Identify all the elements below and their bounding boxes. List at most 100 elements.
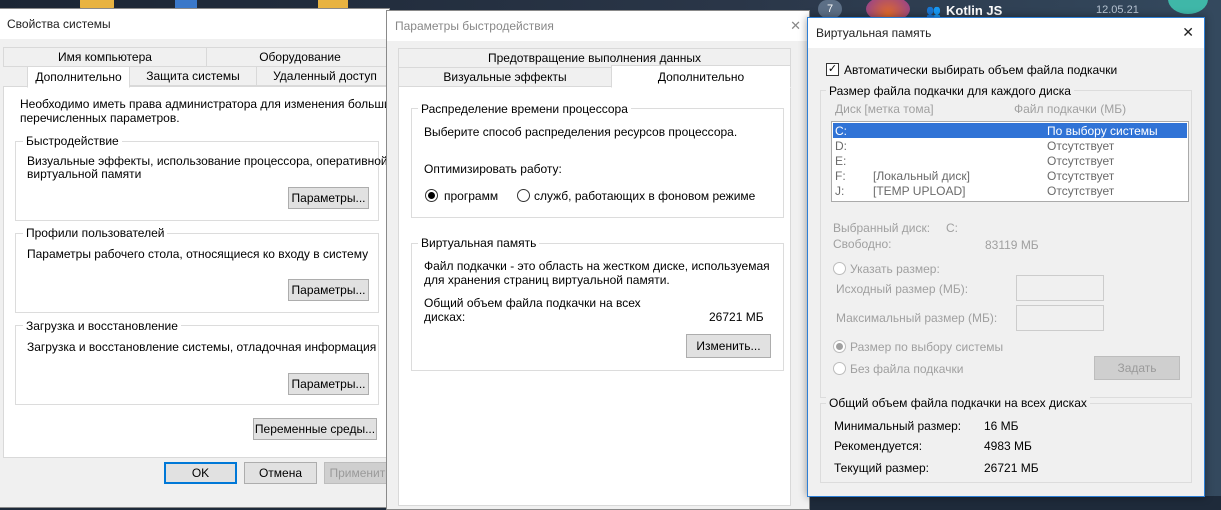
virtual-memory-desc: Файл подкачки - это область на жестком д… [424, 259, 770, 273]
disk-row[interactable]: D: Отсутствует [833, 138, 1187, 153]
tab-label: Дополнительно [35, 70, 122, 84]
startup-recovery-settings-button[interactable]: Параметры... [288, 373, 369, 395]
radio-system-managed-label[interactable]: Размер по выбору системы [850, 340, 1003, 354]
tab-label: Визуальные эффекты [443, 70, 567, 84]
pagefile-total-label: Общий объем файла подкачки на всех [424, 296, 641, 310]
set-button[interactable]: Задать [1094, 356, 1180, 380]
radio-services-label[interactable]: служб, работающих в фоновом режиме [534, 189, 755, 203]
free-space-label: Свободно: [833, 237, 892, 251]
cpu-title: Распределение времени процессора [418, 102, 631, 116]
user-profiles-title: Профили пользователей [23, 226, 168, 240]
radio-services[interactable] [517, 189, 530, 202]
cpu-desc: Выберите способ распределения ресурсов п… [424, 125, 738, 139]
disk-list[interactable]: C: По выбору системы D: Отсутствует E: Отсутс… [831, 121, 1189, 202]
disk-pagefile-size: По выбору системы [1047, 124, 1158, 138]
disk-letter: C: [835, 124, 847, 138]
window-title: Параметры быстродействия [395, 19, 554, 33]
tab-advanced[interactable]: Дополнительно [27, 66, 130, 88]
tab-remote[interactable]: Удаленный доступ [256, 66, 394, 86]
disk-row[interactable]: E: Отсутствует [833, 153, 1187, 168]
recommended-label: Рекомендуется: [834, 439, 923, 453]
disk-pagefile-size: Отсутствует [1047, 139, 1115, 153]
chat-date: 12.05.21 [1096, 4, 1139, 16]
performance-group [15, 141, 379, 221]
system-properties-titlebar[interactable]: Свойства системы [0, 9, 389, 39]
radio-system-managed[interactable] [833, 340, 846, 353]
ok-button[interactable]: OK [164, 462, 237, 484]
performance-desc: Визуальные эффекты, использование процес… [27, 154, 398, 168]
per-disk-group-title: Размер файла подкачки для каждого диска [826, 84, 1074, 98]
close-icon[interactable]: ✕ [790, 18, 801, 34]
radio-no-pagefile-label[interactable]: Без файла подкачки [850, 362, 963, 376]
disk-row[interactable]: C: По выбору системы [833, 123, 1187, 138]
current-size-value: 26721 МБ [984, 461, 1039, 475]
selected-disk-value: C: [946, 221, 958, 235]
total-pagefile-title: Общий объем файла подкачки на всех диска… [826, 396, 1090, 410]
selected-disk-label: Выбранный диск: [833, 221, 931, 235]
pagefile-total-value: 26721 МБ [709, 310, 764, 324]
radio-no-pagefile[interactable] [833, 362, 846, 375]
group-users-icon: 👥 [926, 4, 941, 18]
disk-letter: D: [835, 139, 847, 153]
optimize-label: Оптимизировать работу: [424, 162, 562, 176]
tab-label: Удаленный доступ [273, 69, 377, 83]
disk-pagefile-size: Отсутствует [1047, 154, 1115, 168]
performance-options-titlebar[interactable]: Параметры быстродействия [387, 11, 809, 41]
virtual-memory-title: Виртуальная память [418, 236, 540, 250]
auto-pagefile-label[interactable]: Автоматически выбирать объем файла подка… [844, 63, 1117, 77]
system-properties-window: Свойства системы Имя компьютера Оборудов… [0, 8, 422, 508]
environment-variables-button[interactable]: Переменные среды... [253, 418, 377, 440]
performance-title: Быстродействие [23, 134, 122, 148]
tab-advanced[interactable]: Дополнительно [611, 65, 791, 88]
virtual-memory-desc-2: для хранения страниц виртуальной памяти. [424, 273, 670, 287]
tab-visual-effects[interactable]: Визуальные эффекты [398, 67, 612, 87]
radio-custom-size[interactable] [833, 262, 846, 275]
radio-programs-label[interactable]: программ [444, 189, 498, 203]
col-disk-header: Диск [метка тома] [835, 102, 934, 116]
chat-badge[interactable]: 7 [818, 0, 842, 18]
disk-row[interactable]: F: [Локальный диск] Отсутствует [833, 168, 1187, 183]
virtual-memory-window: Виртуальная память ✕ ✓ Автоматически выб… [807, 17, 1205, 497]
startup-recovery-desc: Загрузка и восстановление системы, отлад… [27, 340, 377, 354]
radio-programs[interactable] [425, 189, 438, 202]
tab-label: Имя компьютера [58, 50, 152, 64]
max-size-input[interactable] [1016, 305, 1104, 331]
tab-system-protection[interactable]: Защита системы [129, 66, 257, 86]
user-profiles-group [15, 233, 379, 313]
max-size-label: Максимальный размер (МБ): [836, 311, 998, 325]
disk-pagefile-size: Отсутствует [1047, 184, 1115, 198]
user-profiles-settings-button[interactable]: Параметры... [288, 279, 369, 301]
tab-computer-name[interactable]: Имя компьютера [3, 47, 207, 67]
tab-label: Предотвращение выполнения данных [487, 51, 702, 65]
auto-pagefile-checkbox[interactable]: ✓ [826, 63, 839, 76]
recommended-value: 4983 МБ [984, 439, 1032, 453]
pagefile-total-label-2: дисках: [424, 310, 466, 324]
admin-note-2: перечисленных параметров. [20, 111, 180, 125]
min-size-value: 16 МБ [984, 419, 1019, 433]
disk-row[interactable]: J: [TEMP UPLOAD] Отсутствует [833, 183, 1187, 198]
free-space-value: 83119 МБ [985, 238, 1039, 252]
initial-size-input[interactable] [1016, 275, 1104, 301]
tab-label: Дополнительно [657, 69, 745, 84]
min-size-label: Минимальный размер: [834, 419, 962, 433]
disk-volume-label: [TEMP UPLOAD] [873, 184, 966, 198]
virtual-memory-titlebar[interactable]: Виртуальная память [808, 18, 1204, 48]
initial-size-label: Исходный размер (МБ): [836, 282, 969, 296]
admin-note: Необходимо иметь права администратора дл… [20, 97, 422, 111]
performance-settings-button[interactable]: Параметры... [288, 187, 369, 209]
disk-volume-label: [Локальный диск] [873, 169, 970, 183]
disk-letter: J: [835, 184, 845, 198]
close-icon[interactable]: ✕ [1182, 24, 1194, 41]
tab-label: Оборудование [259, 50, 341, 64]
disk-letter: E: [835, 154, 847, 168]
tab-hardware[interactable]: Оборудование [206, 47, 394, 67]
chat-title[interactable]: Kotlin JS [946, 3, 1002, 18]
radio-custom-size-label[interactable]: Указать размер: [850, 262, 940, 276]
user-profiles-desc: Параметры рабочего стола, относящиеся ко… [27, 247, 369, 261]
startup-recovery-title: Загрузка и восстановление [23, 319, 181, 333]
window-title: Виртуальная память [816, 26, 932, 40]
cancel-button[interactable]: Отмена [244, 462, 317, 484]
performance-options-window: Параметры быстродействия ✕ Предотвращени… [386, 10, 810, 510]
window-title: Свойства системы [7, 17, 111, 31]
change-button[interactable]: Изменить... [686, 334, 771, 358]
